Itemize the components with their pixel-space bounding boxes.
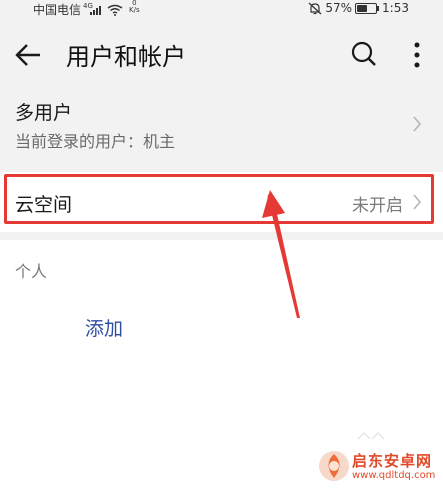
watermark-name: 启东安卓网 (352, 452, 433, 470)
chevron-right-icon (413, 194, 422, 210)
multi-user-item[interactable]: 多用户 当前登录的用户：机主 (0, 86, 443, 164)
watermark: 启东安卓网 www.qdltdq.com (318, 446, 443, 488)
cloud-space-title: 云空间 (15, 194, 73, 216)
faint-mark (357, 431, 385, 440)
speed-unit: K/s (129, 5, 140, 14)
status-bar: 中国电信 4G 0 K/s 57% 1:53 (0, 0, 443, 20)
more-options-icon[interactable] (405, 39, 429, 71)
status-right: 57% 1:53 (308, 1, 409, 15)
battery-percent: 57% (325, 1, 353, 15)
status-left: 中国电信 4G 0 K/s (33, 0, 140, 18)
multi-user-title: 多用户 (15, 102, 73, 124)
page-title: 用户和帐户 (66, 43, 186, 71)
cloud-space-item[interactable]: 云空间 未开启 (0, 172, 443, 232)
app-bar: 用户和帐户 (0, 24, 443, 86)
wifi-icon (107, 4, 123, 16)
network-speed: 0 K/s (129, 0, 140, 14)
cellular-signal-icon: 4G (83, 2, 103, 16)
chevron-right-icon (413, 116, 422, 132)
clock: 1:53 (382, 1, 409, 15)
battery-icon (355, 2, 380, 14)
section-label-personal: 个人 (15, 262, 48, 281)
search-icon[interactable] (349, 39, 379, 69)
watermark-logo-icon (319, 451, 349, 481)
carrier-name: 中国电信 (33, 3, 82, 17)
watermark-url: www.qdltdq.com (352, 470, 436, 481)
back-arrow-icon[interactable] (12, 40, 46, 70)
add-account-button[interactable]: 添加 (85, 314, 123, 341)
cloud-space-status: 未开启 (352, 196, 403, 216)
mute-bell-icon (308, 2, 322, 14)
multi-user-subtitle: 当前登录的用户：机主 (15, 132, 176, 151)
